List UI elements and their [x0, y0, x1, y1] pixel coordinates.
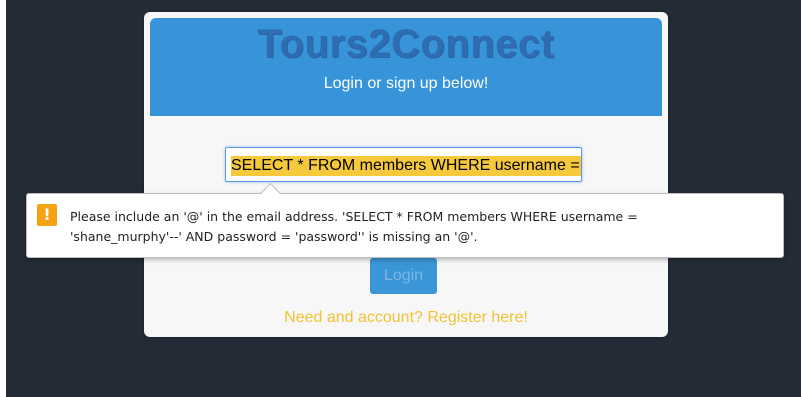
email-input-value: SELECT * FROM members WHERE username = '… — [231, 156, 581, 176]
email-input[interactable]: SELECT * FROM members WHERE username = '… — [225, 147, 582, 182]
warning-icon: ! — [37, 204, 57, 226]
brand-title: Tours2Connect — [257, 22, 555, 66]
validation-message-line2: 'shane_murphy'--' AND password = 'passwo… — [70, 229, 478, 244]
register-link[interactable]: Need and account? Register here! — [144, 309, 668, 327]
login-button[interactable]: Login — [370, 258, 437, 294]
tagline: Login or sign up below! — [323, 75, 489, 92]
header-banner: Tours2Connect Login or sign up below! — [150, 18, 662, 116]
validation-message: Please include an '@' in the email addre… — [70, 207, 770, 247]
validation-message-line1: Please include an '@' in the email addre… — [70, 209, 638, 224]
validation-tooltip: ! Please include an '@' in the email add… — [26, 193, 784, 258]
